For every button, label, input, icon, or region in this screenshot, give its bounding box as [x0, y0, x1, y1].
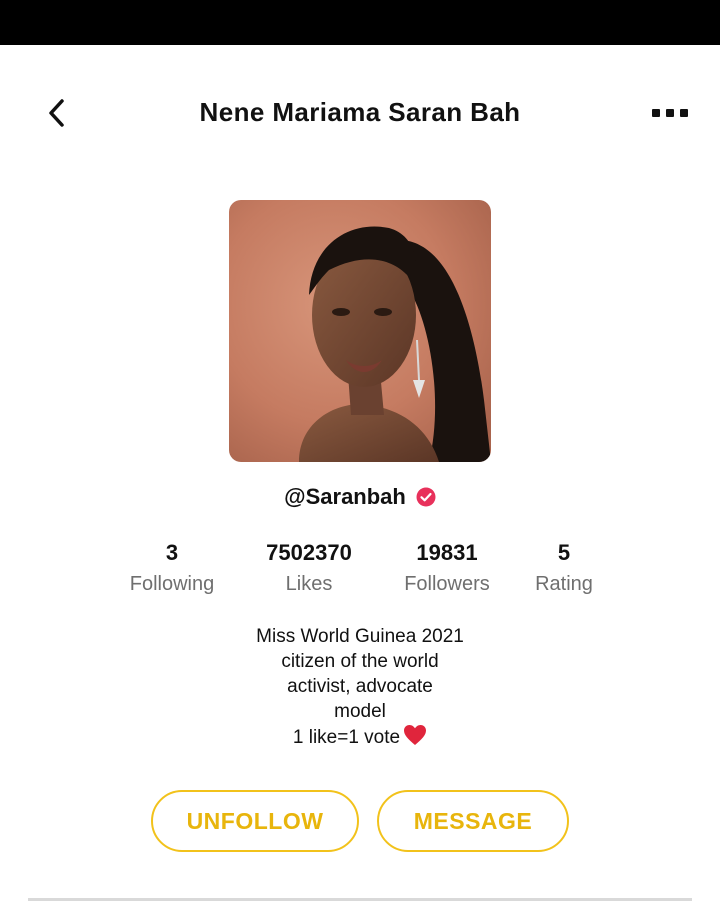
- stat-label: Rating: [535, 573, 593, 595]
- unfollow-button[interactable]: UNFOLLOW: [151, 790, 359, 852]
- verified-badge-icon: [416, 487, 436, 507]
- stat-label: Following: [129, 573, 215, 595]
- divider: [28, 898, 692, 901]
- message-button[interactable]: MESSAGE: [377, 790, 569, 852]
- more-dot-icon: [666, 109, 674, 117]
- avatar[interactable]: [229, 200, 491, 462]
- profile-handle-row: @Saranbah: [0, 482, 720, 512]
- more-options-button[interactable]: [644, 99, 696, 127]
- more-dot-icon: [652, 109, 660, 117]
- avatar-image: [229, 200, 491, 462]
- page-title: Nene Mariama Saran Bah: [199, 97, 521, 127]
- bio-line: 1 like=1 vote: [292, 727, 401, 748]
- stat-value: 3: [165, 540, 179, 565]
- bio-line: activist, advocate: [287, 676, 433, 697]
- profile-handle: @Saranbah: [284, 484, 406, 509]
- profile-bio: Miss World Guinea 2021 citizen of the wo…: [0, 624, 720, 750]
- status-bar: [0, 0, 720, 45]
- stat-rating: 5 Rating: [494, 540, 634, 596]
- heart-icon: [404, 725, 427, 745]
- stat-likes: 7502370 Likes: [239, 540, 379, 596]
- stat-following[interactable]: 3 Following: [102, 540, 242, 596]
- more-dot-icon: [680, 109, 688, 117]
- bio-line: Miss World Guinea 2021: [256, 626, 464, 647]
- bio-line-vote: 1 like=1 vote: [0, 724, 720, 750]
- stat-value: 5: [557, 540, 571, 565]
- stat-value: 7502370: [266, 540, 352, 565]
- stat-label: Likes: [285, 573, 333, 595]
- bio-line: model: [334, 701, 386, 722]
- profile-header: Nene Mariama Saran Bah: [0, 85, 720, 141]
- bio-line: citizen of the world: [281, 651, 439, 672]
